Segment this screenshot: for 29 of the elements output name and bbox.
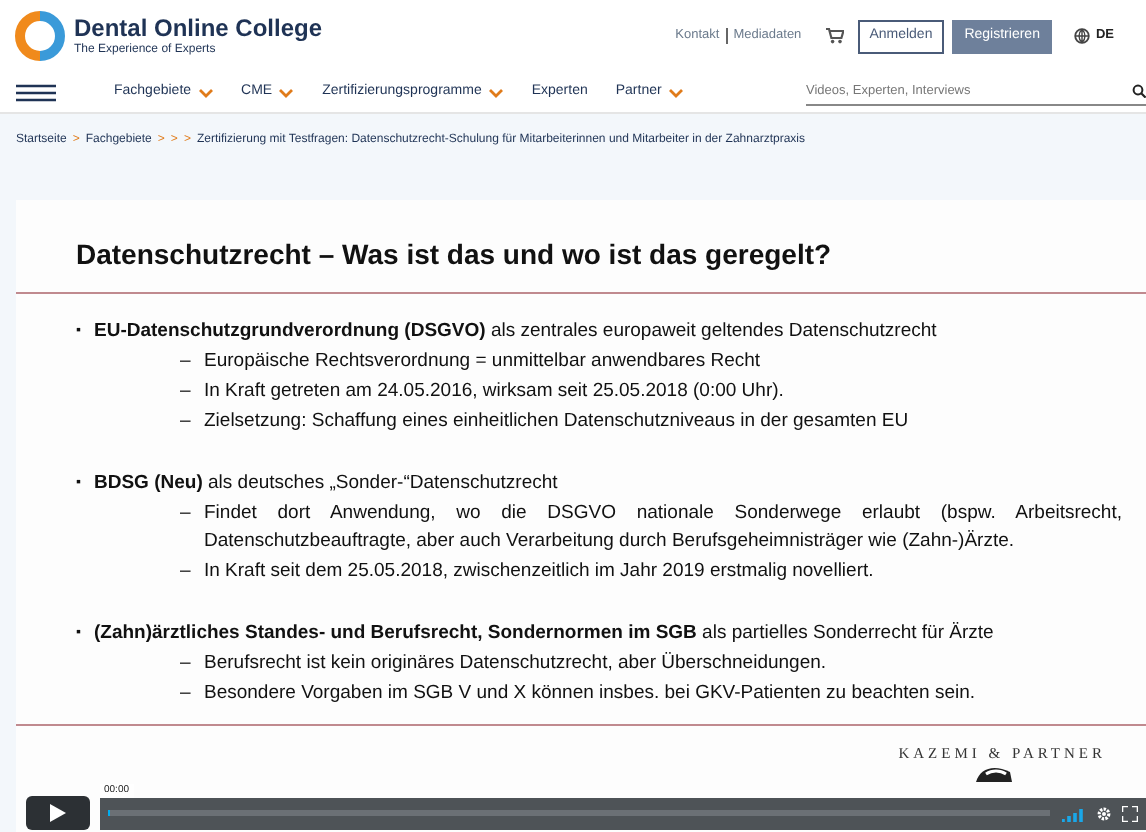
search-icon[interactable] — [1132, 84, 1146, 98]
dash-marker: – — [180, 378, 193, 406]
play-button[interactable] — [26, 796, 90, 830]
dash-marker: – — [180, 500, 193, 528]
bullet-text: EU-Datenschutzgrundverordnung (DSGVO) als zentrales europaweit geltendes Datenschutzrecht — [94, 318, 937, 346]
play-icon — [50, 804, 66, 822]
fullscreen-icon[interactable] — [1122, 805, 1138, 821]
sub-bullet-text: Findet dort Anwendung, wo die DSGVO nationale Sonderwege erlaubt (bspw. Arbeitsrecht, Datenschutzbeauftragte, aber auch Verarbeitung durch Berufsgeheimnisträger wie (Zahn-)Ärzte. — [204, 500, 1122, 556]
sub-bullet-text: Europäische Rechtsverordnung = unmittelbar anwendbares Recht — [204, 348, 763, 376]
volume-icon[interactable] — [1062, 805, 1086, 821]
settings-icon[interactable] — [1096, 805, 1112, 821]
globe-icon[interactable] — [1073, 28, 1090, 44]
sub-bullet-text: In Kraft seit dem 25.05.2018, zwischenzeitlich im Jahr 2019 erstmalig novelliert. — [204, 558, 876, 586]
bullet-text: (Zahn)ärztliches Standes- und Berufsrecht, Sondernormen im SGB als partielles Sonderrecht für Ärzte — [94, 620, 994, 648]
logo-icon — [14, 10, 66, 62]
sub-bullet-text: Berufsrecht ist kein originäres Datenschutzrecht, aber Überschneidungen. — [204, 650, 829, 678]
bullet-text: BDSG (Neu) als deutsches „Sonder-“Datenschutzrecht — [94, 470, 558, 498]
slide-title: Datenschutzrecht – Was ist das und wo ist das geregelt? — [76, 236, 834, 272]
menu-icon[interactable] — [16, 83, 56, 101]
cart-icon[interactable] — [825, 28, 844, 44]
dash-marker: – — [180, 650, 193, 678]
dash-marker: – — [180, 680, 193, 708]
dash-marker: – — [180, 348, 193, 376]
sub-bullet-text: In Kraft getreten am 24.05.2016, wirksam seit 25.05.2018 (0:00 Uhr). — [204, 378, 786, 406]
dash-marker: – — [180, 408, 193, 436]
dash-marker: – — [180, 558, 193, 586]
sub-bullet-text: Besondere Vorgaben im SGB V und X können insbes. bei GKV-Patienten zu beachten sein. — [204, 680, 978, 708]
brand-name: Dental Online College — [74, 15, 323, 41]
sub-bullet-text: Zielsetzung: Schaffung eines einheitlichen Datenschutzniveaus in der gesamten EU — [204, 408, 911, 436]
